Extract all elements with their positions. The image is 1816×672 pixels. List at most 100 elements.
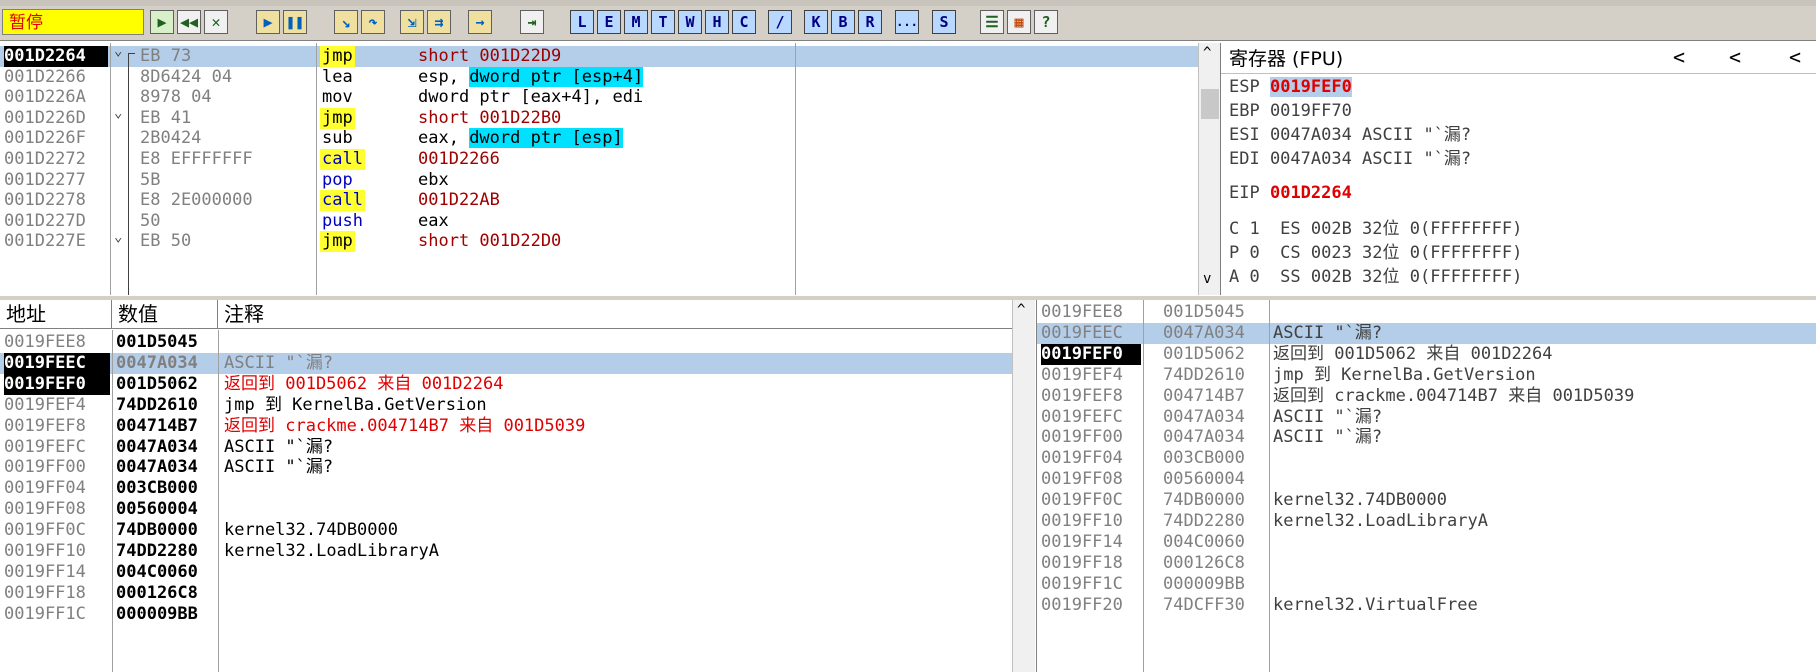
stack-value: 00560004 <box>1163 469 1245 490</box>
stack-row[interactable]: 0019FF08 00560004 <box>1037 469 1816 490</box>
dump-row[interactable]: 0019FF0C 74DB0000 kernel32.74DB0000 <box>0 520 1012 541</box>
stack-row[interactable]: 0019FF20 74DCFF30 kernel32.VirtualFree <box>1037 595 1816 616</box>
cpu-button[interactable]: C <box>732 10 756 34</box>
stack-row[interactable]: 0019FF14 004C0060 <box>1037 532 1816 553</box>
stack-row[interactable]: 0019FF0C 74DB0000 kernel32.74DB0000 <box>1037 490 1816 511</box>
trace-over-icon[interactable]: ⇉ <box>427 10 451 34</box>
register-esp[interactable]: ESP 0019FEF0 <box>1229 75 1352 99</box>
register-eip[interactable]: EIP 001D2264 <box>1229 181 1352 205</box>
log-button[interactable]: L <box>570 10 594 34</box>
disasm-row[interactable]: 001D227E EB 50 jmp short 001D22D0 <box>0 231 1198 253</box>
execute-till-return-icon[interactable]: → <box>468 10 492 34</box>
register-ebp[interactable]: EBP 0019FF70 <box>1229 99 1352 123</box>
stack-row[interactable]: 0019FF1C 000009BB <box>1037 574 1816 595</box>
handles-button[interactable]: H <box>705 10 729 34</box>
windows-button[interactable]: W <box>678 10 702 34</box>
register-edi[interactable]: EDI 0047A034 ASCII "`漏? <box>1229 147 1471 171</box>
disassembly-pane[interactable]: 001D2264 EB 73 jmp short 001D22D9 001D2266 8D… <box>0 43 1200 295</box>
scroll-down-icon[interactable]: v <box>1203 271 1211 287</box>
source-button[interactable]: S <box>932 10 956 34</box>
disassembly-scrollbar[interactable]: ^ v <box>1198 43 1221 295</box>
dump-row[interactable]: 0019FEF8 004714B7 返回到 crackme.004714B7 来自 … <box>0 416 1012 437</box>
run-icon[interactable]: ▶ <box>256 10 280 34</box>
dump-row[interactable]: 0019FEF0 001D5062 返回到 001D5062 来自 001D2264 <box>0 373 1012 395</box>
stack-address: 0019FF14 <box>1041 531 1123 552</box>
dump-row[interactable]: 0019FF08 00560004 <box>0 499 1012 520</box>
dump-row[interactable]: 0019FEFC 0047A034 ASCII "`漏? <box>0 437 1012 458</box>
dump-row[interactable]: 0019FEF4 74DD2610 jmp 到 KernelBa.GetVersio… <box>0 395 1012 416</box>
column-comment[interactable]: 注释 <box>218 300 1012 328</box>
stack-row[interactable]: 0019FEEC 0047A034 ASCII "`漏? <box>1037 322 1816 344</box>
stack-pane[interactable]: 0019FEE8 001D5045 0019FEEC 0047A034 ASCII "`… <box>1036 300 1816 672</box>
register-esi[interactable]: ESI 0047A034 ASCII "`漏? <box>1229 123 1471 147</box>
disasm-address: 001D226A <box>4 87 86 108</box>
stack-row[interactable]: 0019FF04 003CB000 <box>1037 448 1816 469</box>
prev-arrow-icon-2[interactable]: < <box>1729 45 1741 69</box>
memory-button[interactable]: M <box>624 10 648 34</box>
step-over-icon[interactable]: ↷ <box>361 10 385 34</box>
options-icon[interactable]: ▦ <box>1007 10 1031 34</box>
dump-row[interactable]: 0019FF04 003CB000 <box>0 478 1012 499</box>
flag-a-row[interactable]: A 0 SS 002B 32位 0(FFFFFFFF) <box>1229 265 1522 289</box>
threads-button[interactable]: T <box>651 10 675 34</box>
stack-row[interactable]: 0019FEF0 001D5062 返回到 001D5062 来自 001D2264 <box>1037 343 1816 365</box>
breakpoints-button[interactable]: B <box>831 10 855 34</box>
disasm-row[interactable]: 001D2264 EB 73 jmp short 001D22D9 <box>0 46 1198 67</box>
flag-p-row[interactable]: P 0 CS 0023 32位 0(FFFFFFFF) <box>1229 241 1522 265</box>
disasm-mnemonic: pop <box>322 169 353 190</box>
stack-row[interactable]: 0019FEF8 004714B7 返回到 crackme.004714B7 来自 … <box>1037 386 1816 407</box>
dump-address: 0019FF08 <box>4 499 86 520</box>
patches-button[interactable]: / <box>768 10 792 34</box>
dump-row[interactable]: 0019FF10 74DD2280 kernel32.LoadLibraryA <box>0 541 1012 562</box>
dump-row[interactable]: 0019FEE8 001D5045 <box>0 332 1012 353</box>
trace-into-icon[interactable]: ⇲ <box>400 10 424 34</box>
stack-row[interactable]: 0019FEFC 0047A034 ASCII "`漏? <box>1037 407 1816 428</box>
stack-row[interactable]: 0019FF18 000126C8 <box>1037 553 1816 574</box>
restart-icon[interactable]: ◀◀ <box>177 10 201 34</box>
flag-c-row[interactable]: C 1 ES 002B 32位 0(FFFFFFFF) <box>1229 217 1522 241</box>
dump-row[interactable]: 0019FF00 0047A034 ASCII "`漏? <box>0 457 1012 478</box>
dump-comment: 返回到 001D5062 来自 001D2264 <box>224 373 504 394</box>
stack-row[interactable]: 0019FF10 74DD2280 kernel32.LoadLibraryA <box>1037 511 1816 532</box>
stack-row[interactable]: 0019FEE8 001D5045 <box>1037 302 1816 323</box>
disasm-row[interactable]: 001D2278 E8 2E000000 call 001D22AB <box>0 190 1198 212</box>
open-icon[interactable]: ▶ <box>150 10 174 34</box>
dump-row[interactable]: 0019FF1C 000009BB <box>0 604 1012 625</box>
jump-arrow-icon: ⌄ <box>114 229 123 245</box>
stack-address: 0019FEF8 <box>1041 385 1123 406</box>
callstack-button[interactable]: K <box>804 10 828 34</box>
goto-icon[interactable]: ⇥ <box>520 10 544 34</box>
list-icon[interactable]: ☰ <box>980 10 1004 34</box>
disasm-row[interactable]: 001D2277 5B pop ebx <box>0 170 1198 191</box>
prev-arrow-icon-3[interactable]: < <box>1789 45 1801 69</box>
dump-row[interactable]: 0019FF14 004C0060 <box>0 562 1012 583</box>
dump-pane[interactable]: 地址 数值 注释 0019FEE8 001D5045 0019FEEC 0047A03… <box>0 300 1012 672</box>
references-button[interactable]: R <box>858 10 882 34</box>
disasm-row[interactable]: 001D226D EB 41 jmp short 001D22B0 <box>0 107 1198 129</box>
close-icon[interactable]: ✕ <box>204 10 228 34</box>
help-icon[interactable]: ? <box>1034 10 1058 34</box>
prev-arrow-icon[interactable]: < <box>1673 45 1685 69</box>
pause-icon[interactable]: ❚❚ <box>283 10 307 34</box>
disasm-row[interactable]: 001D2272 E8 EFFFFFFF call 001D2266 <box>0 149 1198 170</box>
dump-address: 0019FF04 <box>4 478 86 499</box>
dump-scrollbar[interactable]: ^ <box>1012 300 1035 672</box>
scroll-up-icon[interactable]: ^ <box>1203 45 1211 61</box>
dump-row[interactable]: 0019FEEC 0047A034 ASCII "`漏? <box>0 352 1012 374</box>
disasm-row[interactable]: 001D2266 8D6424 04 lea esp, dword ptr [esp+… <box>0 66 1198 88</box>
stack-row[interactable]: 0019FEF4 74DD2610 jmp 到 KernelBa.GetVersio… <box>1037 365 1816 386</box>
column-address[interactable]: 地址 <box>0 300 112 328</box>
step-into-icon[interactable]: ↘ <box>334 10 358 34</box>
dump-row[interactable]: 0019FF18 000126C8 <box>0 583 1012 604</box>
modules-button[interactable]: E <box>597 10 621 34</box>
column-value[interactable]: 数值 <box>112 300 218 328</box>
stack-row[interactable]: 0019FF00 0047A034 ASCII "`漏? <box>1037 427 1816 448</box>
registers-pane[interactable]: 寄存器 (FPU) < < < ESP 0019FEF0 EBP 0019FF7… <box>1220 43 1816 295</box>
scroll-thumb[interactable] <box>1201 89 1219 119</box>
disasm-row[interactable]: 001D226A 8978 04 mov dword ptr [eax+4], edi <box>0 87 1198 108</box>
run-trace-button[interactable]: ... <box>895 10 919 34</box>
disasm-mnemonic: push <box>322 210 363 231</box>
scroll-up-icon[interactable]: ^ <box>1017 302 1025 318</box>
disasm-row[interactable]: 001D227D 50 push eax <box>0 211 1198 232</box>
disasm-row[interactable]: 001D226F 2B0424 sub eax, dword ptr [esp] <box>0 128 1198 149</box>
